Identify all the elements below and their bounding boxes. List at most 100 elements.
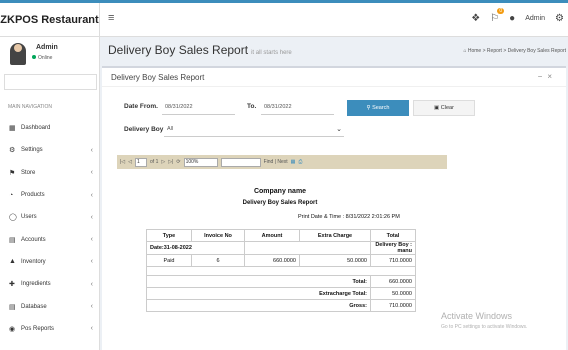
sidebar: Admin Online MAIN NAVIGATION ▦ Dashboard … xyxy=(0,37,100,350)
header-type: Type xyxy=(146,229,192,242)
summary-value: 710.0000 xyxy=(370,299,416,312)
report-print-info: Print Date & Time : 8/31/2022 2:01:26 PM xyxy=(298,214,400,220)
print-icon[interactable]: ⎙ xyxy=(298,159,302,165)
box-header: Delivery Boy Sales Report −× xyxy=(102,68,566,87)
user-status: Online xyxy=(32,55,52,61)
spacer-cell xyxy=(146,266,416,276)
date-from-input[interactable]: 08/31/2022 xyxy=(162,102,235,115)
store-icon: ⚑ xyxy=(9,169,16,177)
search-button-label: Search xyxy=(372,105,390,111)
group-delivery-boy: Delivery Boy : manu xyxy=(370,241,416,255)
user-status-text: Online xyxy=(38,55,53,61)
header-invoice: Invoice No xyxy=(191,229,245,242)
summary-label: Gross: xyxy=(146,299,371,312)
sidebar-item-dashboard[interactable]: ▦ Dashboard xyxy=(0,117,100,139)
chevron-left-icon: ‹ xyxy=(90,280,93,288)
breadcrumb-report[interactable]: Report xyxy=(487,48,502,54)
sidebar-item-accounts[interactable]: ▤ Accounts ‹ xyxy=(0,228,100,250)
sidebar-item-label: Pos Reports xyxy=(21,325,55,332)
sidebar-item-settings[interactable]: ⚙ Settings ‹ xyxy=(0,139,100,161)
inventory-icon: ▲ xyxy=(9,258,16,266)
refresh-icon[interactable]: ⟳ xyxy=(176,159,180,165)
page-title: Delivery Boy Sales Report it all starts h… xyxy=(108,43,292,57)
spacer-cell xyxy=(299,241,371,255)
spacer-cell xyxy=(244,241,300,255)
clear-icon: ▣ xyxy=(434,105,441,111)
sidebar-item-pos-reports[interactable]: ◉ Pos Reports ‹ xyxy=(0,318,100,340)
activate-windows-title: Activate Windows xyxy=(441,311,513,321)
search-button[interactable]: ⚲ Search xyxy=(347,100,409,116)
find-next-links[interactable]: Find | Next xyxy=(264,159,288,165)
table-header-row: Type Invoice No Amount Extra Charge Tota… xyxy=(146,229,416,242)
user-panel: Admin Online xyxy=(0,37,99,71)
zoom-select[interactable]: 100% xyxy=(183,157,218,167)
header-amount: Amount xyxy=(244,229,300,242)
next-page-icon[interactable]: ▷ xyxy=(161,159,165,165)
clear-button-label: Clear xyxy=(440,105,454,111)
sidebar-item-users[interactable]: ◯ Users ‹ xyxy=(0,206,100,228)
summary-row: Extracharge Total: 50.0000 xyxy=(146,287,416,300)
chevron-left-icon: ‹ xyxy=(90,303,93,311)
cell-amount: 660.0000 xyxy=(244,254,300,267)
report-title: Delivery Boy Sales Report xyxy=(242,200,318,206)
collapse-icon[interactable]: − xyxy=(538,72,548,81)
clear-button[interactable]: ▣ Clear xyxy=(413,100,475,116)
report-company: Company name xyxy=(253,188,307,195)
notification-badge: 0 xyxy=(497,7,505,14)
breadcrumb: ⌂ Home > Report > Delivery Boy Sales Rep… xyxy=(463,48,566,54)
sidebar-search-input[interactable] xyxy=(4,74,97,90)
last-page-icon[interactable]: ▷| xyxy=(168,159,173,165)
summary-row: Gross: 710.0000 xyxy=(146,299,416,312)
cell-extra: 50.0000 xyxy=(299,254,371,267)
first-page-icon[interactable]: |◁ xyxy=(120,159,125,165)
menu-toggle-icon[interactable]: ≡ xyxy=(108,12,114,24)
info-icon[interactable]: ❖ xyxy=(471,13,480,24)
date-to-label: To. xyxy=(247,103,257,110)
sidebar-item-products[interactable]: ◔ Products ‹ xyxy=(0,184,100,206)
date-to-input[interactable]: 08/31/2022 xyxy=(261,102,334,115)
page-subtitle: it all starts here xyxy=(251,50,292,56)
chevron-left-icon: ‹ xyxy=(90,236,93,244)
navbar-right: ❖ ⚐ 0 ● Admin ⚙ xyxy=(471,7,564,28)
sidebar-item-label: Accounts xyxy=(21,236,46,243)
sidebar-item-label: Inventory xyxy=(21,258,46,265)
settings-gear-icon[interactable]: ⚙ xyxy=(555,13,564,24)
box-tools: −× xyxy=(538,72,557,81)
chevron-left-icon: ‹ xyxy=(90,258,93,266)
prev-page-icon[interactable]: ◁ xyxy=(128,159,132,165)
sidebar-item-label: Settings xyxy=(21,147,43,154)
sidebar-item-inventory[interactable]: ▲ Inventory ‹ xyxy=(0,251,100,273)
header-total: Total xyxy=(370,229,416,242)
summary-value: 660.0000 xyxy=(370,275,416,288)
close-icon[interactable]: × xyxy=(547,72,557,81)
dashboard-icon: ▦ xyxy=(9,125,16,133)
delivery-boy-select[interactable]: All ⌄ xyxy=(164,124,344,137)
summary-label: Extracharge Total: xyxy=(146,287,371,300)
summary-value: 50.0000 xyxy=(370,287,416,300)
breadcrumb-home[interactable]: Home xyxy=(468,48,481,54)
export-icon[interactable]: ▦ xyxy=(291,159,296,165)
brand-logo[interactable]: ZKPOS Restaurant xyxy=(0,3,100,37)
chevron-left-icon: ‹ xyxy=(90,146,93,154)
cell-invoice: 6 xyxy=(191,254,245,267)
sidebar-item-ingredients[interactable]: ✚ Ingredients ‹ xyxy=(0,273,100,295)
user-avatar-icon[interactable]: ● xyxy=(509,13,515,24)
notifications-icon[interactable]: ⚐ 0 xyxy=(490,7,505,24)
delivery-boy-value: All xyxy=(167,126,174,132)
sidebar-item-store[interactable]: ⚑ Store ‹ xyxy=(0,162,100,184)
sidebar-header: MAIN NAVIGATION xyxy=(8,104,52,110)
group-date: Date:31-08-2022 xyxy=(146,241,245,255)
chevron-left-icon: ‹ xyxy=(90,213,93,221)
find-input[interactable] xyxy=(220,157,261,167)
cell-total: 710.0000 xyxy=(370,254,416,267)
sidebar-menu: ▦ Dashboard ⚙ Settings ‹ ⚑ Store ‹ ◔ Products ‹… xyxy=(0,117,100,340)
page-number-input[interactable]: 1 xyxy=(135,157,148,167)
user-menu-name[interactable]: Admin xyxy=(525,15,545,22)
database-icon: ▤ xyxy=(9,303,16,311)
top-navbar: ZKPOS Restaurant ≡ ❖ ⚐ 0 ● Admin ⚙ xyxy=(0,0,568,37)
chevron-left-icon: ‹ xyxy=(90,191,93,199)
header-extra-charge: Extra Charge xyxy=(299,229,371,242)
page-count: of 1 xyxy=(150,159,159,165)
sidebar-item-database[interactable]: ▤ Database ‹ xyxy=(0,295,100,317)
reports-icon: ◉ xyxy=(9,325,16,333)
